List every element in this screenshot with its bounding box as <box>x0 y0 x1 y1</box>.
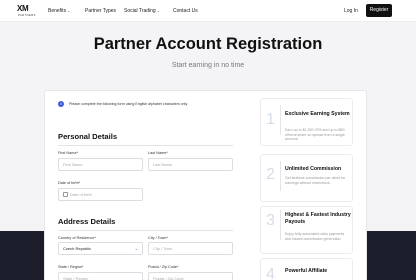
xm-partners-logo[interactable]: XM PARTNERS <box>17 5 39 19</box>
step-divider <box>280 161 281 191</box>
state-label: State / Region* <box>58 265 84 269</box>
chevron-down-icon: ⌄ <box>134 246 138 251</box>
page-title: Partner Account Registration <box>93 35 323 53</box>
benefit-title: Powerful Affiliate <box>285 268 328 274</box>
chevron-down-icon: ⌄ <box>67 8 71 13</box>
step-number: 2 <box>266 166 275 183</box>
dob-label: Date of birth* <box>58 181 81 185</box>
calendar-icon <box>63 191 68 197</box>
last-name-field[interactable]: Last Name <box>148 158 233 171</box>
postal-field[interactable]: Postal / Zip Code <box>148 272 233 280</box>
nav-item-label: Contact Us <box>173 8 198 14</box>
logo-subtext: PARTNERS <box>18 14 36 17</box>
first-name-field[interactable]: First Name <box>58 158 143 171</box>
step-divider <box>280 105 281 135</box>
benefit-title: Exclusive Earning System <box>285 111 350 117</box>
form-notice: Please complete the following form using… <box>69 102 188 106</box>
benefit-title: Highest & Fastest Industry Payouts <box>285 212 351 225</box>
city-label: City / Town* <box>148 236 168 240</box>
personal-details-heading: Personal Details <box>58 132 118 141</box>
state-field[interactable]: State / Region <box>58 272 143 280</box>
benefit-description: Enjoy fully automated daily payments and… <box>285 232 345 241</box>
nav-item-label: Benefits <box>48 8 67 14</box>
section-divider <box>58 145 233 146</box>
nav-item-benefits[interactable]: Benefits⌄ <box>48 8 70 14</box>
logo-text: XM <box>17 4 29 13</box>
nav-item-label: Partner Types <box>85 8 117 14</box>
step-number: 3 <box>266 212 275 229</box>
step-number: 1 <box>266 111 275 128</box>
chevron-down-icon: ⌄ <box>156 8 161 13</box>
register-button[interactable]: Register <box>366 4 392 17</box>
dob-field[interactable]: Date of birth <box>58 188 143 201</box>
nav-item-label: Social Trading <box>124 8 156 14</box>
benefit-description: Earn up to $1,500 CPA and up to $80 refe… <box>285 128 345 142</box>
first-name-label: First Name* <box>58 151 79 155</box>
step-divider <box>280 210 281 240</box>
nav-item-social-trading[interactable]: Social Trading⌄ <box>124 8 160 14</box>
postal-label: Postal / Zip Code* <box>148 265 179 269</box>
step-number: 4 <box>266 266 275 280</box>
info-icon: i <box>58 101 64 107</box>
country-label: Country of Residence* <box>58 236 96 240</box>
country-value: Czech Republic <box>63 246 92 251</box>
dob-placeholder: Date of birth <box>70 192 92 197</box>
section-divider <box>58 230 233 231</box>
city-field[interactable]: City / Town <box>148 242 233 255</box>
top-navbar: XM PARTNERS Benefits⌄ Partner Types Soci… <box>0 0 416 22</box>
last-name-label: Last Name* <box>148 151 168 155</box>
nav-item-partner-types[interactable]: Partner Types <box>85 8 116 14</box>
nav-item-contact-us[interactable]: Contact Us <box>173 8 198 14</box>
benefit-title: Unlimited Commission <box>285 166 342 172</box>
page-subtitle: Start earning in no time <box>171 62 245 69</box>
country-select[interactable]: Czech Republic ⌄ <box>58 242 143 255</box>
login-link[interactable]: Log In <box>344 8 358 14</box>
address-details-heading: Address Details <box>58 217 116 226</box>
benefit-description: Get limitless commission per client for … <box>285 176 346 185</box>
